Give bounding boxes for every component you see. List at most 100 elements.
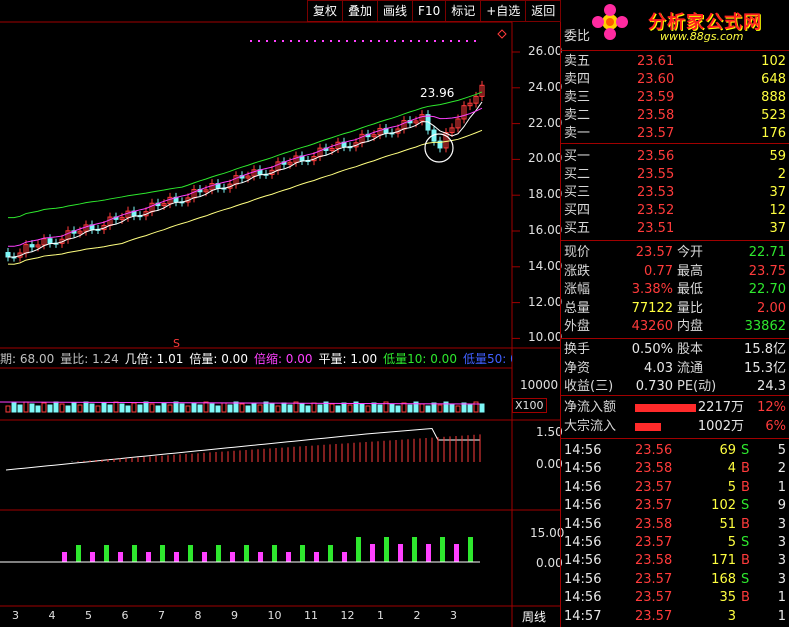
bid-price: 23.55: [637, 167, 675, 182]
stat-label: 量比: [677, 300, 704, 316]
momentum-bar: [258, 552, 263, 562]
stat-label: 涨跌: [564, 263, 591, 279]
volume-axis-label: 10000: [520, 378, 559, 392]
indicator-item-0: 期: 68.00: [0, 352, 55, 366]
ask-label: 卖二: [564, 108, 591, 123]
volume-bar: [389, 403, 395, 413]
tick-time: 14:56: [564, 461, 602, 477]
period-label[interactable]: 周线: [522, 608, 546, 625]
bid-label: 买一: [564, 149, 591, 164]
ask-price: 23.61: [637, 54, 675, 69]
momentum-bar: [146, 552, 151, 562]
stat-label: 最低: [677, 282, 704, 298]
tick-price: 23.58: [635, 461, 673, 477]
volume-bar: [149, 403, 155, 413]
tick-price: 23.56: [635, 443, 673, 458]
volume-bar: [77, 404, 83, 413]
volume-bar: [83, 401, 89, 413]
volume-bar: [245, 405, 251, 413]
ma-line-5: [7, 101, 483, 258]
tick-price: 23.57: [635, 498, 673, 514]
volume-bar: [275, 405, 281, 413]
bid-volume: 2: [777, 167, 786, 182]
fund-label: 收益(三): [564, 379, 614, 395]
stat-label: 最高: [677, 263, 704, 279]
momentum-bar: [216, 545, 221, 562]
volume-bar: [347, 404, 353, 413]
tick-price: 23.57: [635, 608, 673, 624]
fund-label: PE(动): [677, 379, 717, 395]
price-axis-label: 24.00: [528, 79, 563, 94]
indicator-item-7: 低量50: 0.00: [462, 352, 512, 366]
volume-bar: [311, 402, 317, 413]
stat-label: 现价: [564, 245, 591, 260]
fund-row: 换手 0.50% 股本 15.8亿: [561, 341, 789, 359]
volume-bar: [359, 403, 365, 413]
volume-bar: [395, 405, 401, 413]
stat-value: 3.38%: [631, 282, 673, 298]
volume-bar: [11, 402, 17, 413]
flow-percent: 6%: [765, 419, 786, 434]
volume-bar: [269, 403, 275, 413]
kline-chart[interactable]: [0, 0, 560, 627]
bid-volume: 59: [769, 149, 786, 164]
stat-label: 内盘: [677, 319, 704, 335]
x-axis-label: 3: [450, 609, 457, 622]
volume-bar: [227, 404, 233, 413]
indicator-line: [5, 427, 480, 471]
volume-bar: [173, 401, 179, 413]
indicator-bar: 期: 68.00 量比: 1.24 几倍: 1.01 倍量: 0.00 倍缩: 0.00…: [0, 350, 512, 368]
flow-bar: [635, 423, 661, 431]
momentum-bar: [188, 545, 193, 562]
ask-volume: 176: [761, 126, 786, 141]
volume-bar: [287, 404, 293, 413]
momentum-bar: [300, 545, 305, 562]
candle: [29, 244, 35, 248]
tick-time: 14:56: [564, 516, 602, 532]
momentum-bar: [370, 544, 375, 562]
momentum-bar: [118, 552, 123, 562]
volume-bar: [191, 402, 197, 413]
volume-bar: [251, 402, 257, 413]
volume-bar: [425, 405, 431, 413]
diamond-icon[interactable]: [497, 29, 507, 39]
tick-count: 2: [777, 461, 786, 477]
tick-price: 23.57: [635, 479, 673, 495]
momentum-bar: [314, 552, 319, 562]
volume-bar: [95, 405, 101, 413]
quote-header: 委比: [564, 29, 591, 44]
tick-volume: 171: [711, 553, 736, 569]
fund-label: 净资: [564, 360, 591, 376]
momentum-bar: [328, 545, 333, 562]
stat-value: 22.70: [748, 282, 786, 298]
fund-label: 流通: [677, 360, 704, 376]
volume-unit: X100: [512, 398, 547, 413]
price-axis-label: 18.00: [528, 187, 563, 202]
ask-row: 卖三 23.59 888: [561, 89, 789, 107]
momentum-bar: [286, 552, 291, 562]
ask-label: 卖一: [564, 126, 591, 141]
flow-row: 大宗流入 1002万 6%: [561, 418, 789, 436]
tick-count: 9: [777, 498, 786, 514]
tick-side: S: [741, 443, 750, 458]
x-axis-label: 5: [85, 609, 92, 622]
quote-panel: 委比 卖五 23.61 102 卖四 23.60 648 卖三 23.59 888 卖二 23.58…: [560, 22, 789, 627]
x-axis-label: 4: [48, 609, 56, 622]
ask-price: 23.59: [637, 90, 675, 105]
volume-bar: [239, 403, 245, 413]
tick-side: B: [741, 590, 750, 606]
x-axis-label: 3: [12, 609, 19, 622]
tick-volume: 168: [711, 571, 736, 587]
price-axis-label: 20.00: [528, 151, 563, 166]
tick-side: S: [741, 535, 750, 550]
ask-price: 23.60: [637, 72, 675, 87]
tick-count: 5: [777, 443, 786, 458]
bid-volume: 12: [769, 203, 786, 218]
tick-row: 14:56 23.56 69 S 5: [561, 442, 789, 460]
ind-axis-top: 1.50: [536, 425, 563, 439]
bid-row: 买五 23.51 37: [561, 220, 789, 238]
volume-bar: [131, 402, 137, 413]
flow-label: 净流入额: [564, 400, 617, 415]
flow-value: 1002万: [697, 419, 744, 434]
volume-bar: [41, 402, 47, 413]
